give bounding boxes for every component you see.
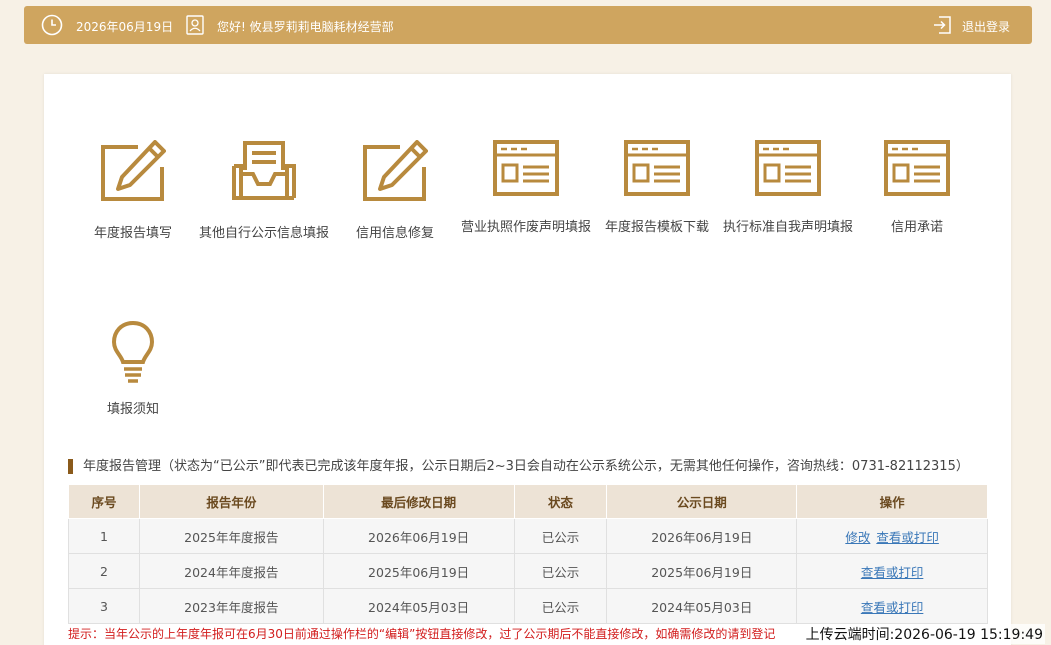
- current-date: 2026年06月19日: [76, 20, 174, 34]
- actions-cell: 查看或打印: [796, 588, 988, 624]
- tile-label: 其他自行公示信息填报: [198, 226, 329, 241]
- status-cell: 已公示: [513, 553, 608, 589]
- column-header: 操作: [796, 484, 988, 519]
- view-print-link[interactable]: 查看或打印: [861, 565, 924, 580]
- logout-icon[interactable]: [932, 15, 952, 35]
- table-row: 1 2025年年度报告 2026年06月19日 已公示 2026年06月19日 …: [68, 518, 988, 554]
- edit-link[interactable]: 修改: [845, 530, 870, 545]
- tile-label: 信用承诺: [890, 220, 943, 235]
- actions-cell: 修改 查看或打印: [796, 518, 988, 554]
- logout-button[interactable]: 退出登录: [962, 18, 1010, 35]
- tile-label: 营业执照作废声明填报: [460, 220, 591, 235]
- lightbulb-icon: [111, 320, 155, 383]
- edit-pen-icon: [363, 140, 428, 201]
- actions-cell: 查看或打印: [796, 553, 988, 589]
- column-header: 报告年份: [138, 484, 324, 519]
- tile-filing-notice[interactable]: 填报须知: [63, 320, 203, 417]
- form-window-icon: [624, 140, 690, 196]
- published-date: 2025年06月19日: [606, 553, 798, 589]
- tile-standard-declaration[interactable]: 执行标准自我声明填报: [718, 140, 858, 235]
- report-year: 2024年年度报告: [138, 553, 324, 589]
- annual-report-table: 序号 报告年份 最后修改日期 状态 公示日期 操作 1 2025年年度报告 20…: [68, 484, 988, 624]
- modified-date: 2024年05月03日: [322, 588, 515, 624]
- tile-label: 年度报告填写: [93, 226, 172, 241]
- modified-date: 2025年06月19日: [322, 553, 515, 589]
- status-cell: 已公示: [513, 588, 608, 624]
- tile-license-void[interactable]: 营业执照作废声明填报: [456, 140, 596, 235]
- tile-label: 年度报告模板下载: [604, 220, 709, 235]
- section-title: 年度报告管理（状态为“已公示”即代表已完成该年度年报，公示日期后2~3日会自动在…: [68, 459, 969, 474]
- column-header: 序号: [68, 484, 140, 519]
- modification-hint: 提示：当年公示的上年度年报可在6月30日前通过操作栏的“编辑”按钮直接修改，过了…: [68, 627, 776, 641]
- published-date: 2024年05月03日: [606, 588, 798, 624]
- tile-label: 填报须知: [106, 402, 159, 417]
- tile-label: 执行标准自我声明填报: [722, 220, 853, 235]
- tile-label: 信用信息修复: [355, 226, 434, 241]
- tile-annual-report[interactable]: 年度报告填写: [63, 140, 203, 241]
- tile-template-download[interactable]: 年度报告模板下载: [587, 140, 727, 235]
- table-header-row: 序号 报告年份 最后修改日期 状态 公示日期 操作: [68, 484, 988, 519]
- published-date: 2026年06月19日: [606, 518, 798, 554]
- row-number: 1: [68, 518, 140, 554]
- form-window-icon: [755, 140, 821, 196]
- column-header: 最后修改日期: [322, 484, 515, 519]
- view-print-link[interactable]: 查看或打印: [861, 600, 924, 615]
- top-header-bar: 2026年06月19日 您好! 攸县罗莉莉电脑耗材经营部 退出登录: [24, 6, 1032, 44]
- modified-date: 2026年06月19日: [322, 518, 515, 554]
- report-year: 2025年年度报告: [138, 518, 324, 554]
- report-year: 2023年年度报告: [138, 588, 324, 624]
- row-number: 2: [68, 553, 140, 589]
- user-greeting: 您好! 攸县罗莉莉电脑耗材经营部: [217, 20, 394, 34]
- view-print-link[interactable]: 查看或打印: [876, 530, 939, 545]
- tile-credit-repair[interactable]: 信用信息修复: [325, 140, 465, 241]
- form-window-icon: [884, 140, 950, 196]
- upload-timestamp: 上传云端时间:2026-06-19 15:19:49: [803, 624, 1045, 644]
- clock-icon: [41, 14, 63, 36]
- tile-credit-commitment[interactable]: 信用承诺: [847, 140, 987, 235]
- user-badge-icon: [186, 15, 204, 35]
- table-row: 3 2023年年度报告 2024年05月03日 已公示 2024年05月03日 …: [68, 588, 988, 624]
- column-header: 状态: [513, 484, 608, 519]
- inbox-tray-icon: [232, 141, 296, 200]
- row-number: 3: [68, 588, 140, 624]
- edit-pen-icon: [101, 140, 166, 201]
- tile-other-disclosure[interactable]: 其他自行公示信息填报: [194, 140, 334, 241]
- form-window-icon: [493, 140, 559, 196]
- column-header: 公示日期: [606, 484, 798, 519]
- status-cell: 已公示: [513, 518, 608, 554]
- table-row: 2 2024年年度报告 2025年06月19日 已公示 2025年06月19日 …: [68, 553, 988, 589]
